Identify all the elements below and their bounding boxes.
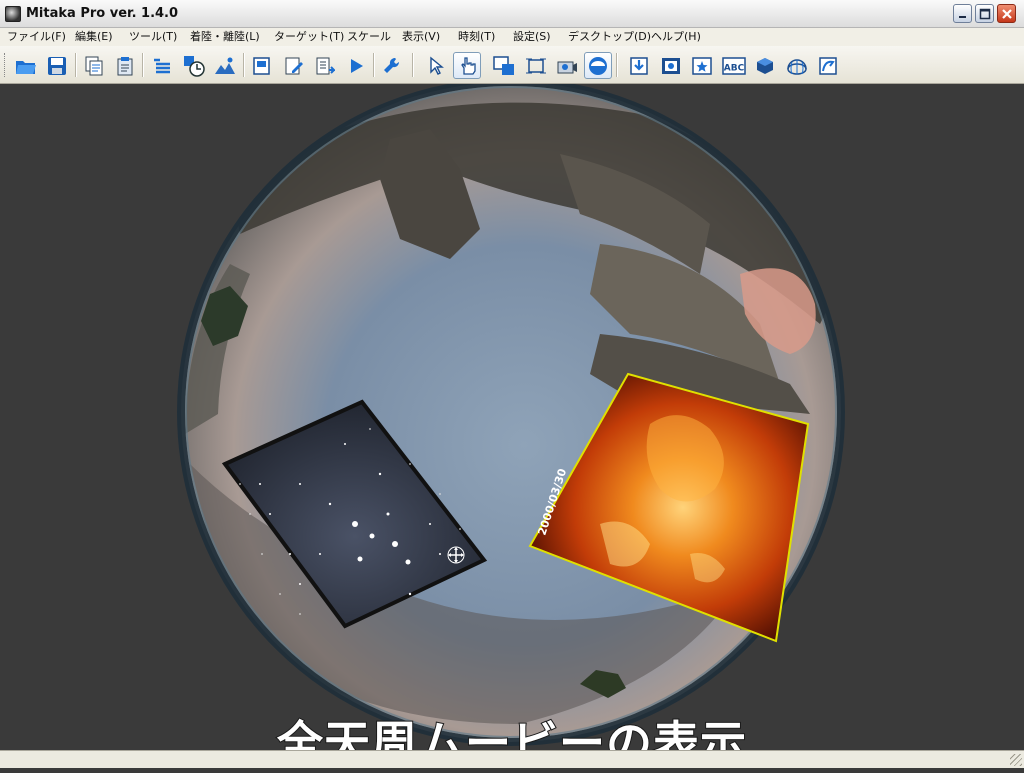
menu-landing[interactable]: 着陸・離陸(L) xyxy=(190,29,260,45)
document-button[interactable] xyxy=(248,52,276,79)
close-button[interactable] xyxy=(997,4,1016,23)
menu-scale[interactable]: スケール xyxy=(347,29,391,45)
resize-grip[interactable] xyxy=(1010,754,1022,766)
pointer-button[interactable] xyxy=(421,52,449,79)
copy-button[interactable] xyxy=(80,52,108,79)
wrench-icon xyxy=(384,57,400,73)
minimize-button[interactable] xyxy=(953,4,972,23)
menu-desktop[interactable]: デスクトップ(D) xyxy=(568,29,651,45)
time-button[interactable] xyxy=(180,52,208,79)
title-bar[interactable]: Mitaka Pro ver. 1.4.0 xyxy=(0,0,1024,28)
export-button[interactable] xyxy=(311,52,339,79)
menu-edit[interactable]: 編集(E) xyxy=(75,29,113,45)
status-bar xyxy=(0,750,1024,768)
copy-icon xyxy=(85,56,103,75)
window-move-button[interactable] xyxy=(490,52,518,79)
save-icon xyxy=(48,56,66,75)
export-icon xyxy=(316,57,335,74)
star-image-icon xyxy=(692,56,712,75)
menu-settings[interactable]: 設定(S) xyxy=(513,29,551,45)
menu-time[interactable]: 時刻(T) xyxy=(458,29,495,45)
download-button[interactable] xyxy=(625,52,653,79)
film-button[interactable] xyxy=(657,52,685,79)
dome-viewport[interactable]: 2000/03/30 全天周ムービーの表示 xyxy=(0,78,1024,771)
toolbar-grip[interactable] xyxy=(4,53,8,77)
toolbar: ABC xyxy=(0,46,1024,84)
open-icon xyxy=(16,60,36,74)
play-button[interactable] xyxy=(342,52,370,79)
pointer-icon xyxy=(430,56,444,75)
abc-text-button[interactable]: ABC xyxy=(720,52,748,79)
hand-icon xyxy=(461,56,476,75)
menu-target[interactable]: ターゲット(T) xyxy=(274,29,344,45)
film-icon xyxy=(662,57,680,74)
list-icon xyxy=(154,58,170,73)
edit-icon xyxy=(285,57,303,74)
play-icon xyxy=(351,58,363,73)
star-image-button[interactable] xyxy=(688,52,716,79)
menu-tools[interactable]: ツール(T) xyxy=(129,29,177,45)
window-resize-icon xyxy=(526,58,546,73)
paste-icon xyxy=(117,56,133,75)
fisheye-scene: 2000/03/30 xyxy=(177,78,845,746)
open-button[interactable] xyxy=(12,52,40,79)
globe-grid-icon xyxy=(787,58,807,75)
download-icon xyxy=(630,56,648,75)
wrench-button[interactable] xyxy=(378,52,406,79)
menu-file[interactable]: ファイル(F) xyxy=(7,29,66,45)
window-title: Mitaka Pro ver. 1.4.0 xyxy=(26,6,179,21)
dome-view-button[interactable] xyxy=(584,52,612,79)
cube-icon xyxy=(757,57,773,74)
hand-button[interactable] xyxy=(453,52,481,79)
dome-view-icon xyxy=(589,56,607,75)
app-icon xyxy=(5,6,21,22)
window-move-icon xyxy=(493,55,514,75)
maximize-button[interactable] xyxy=(975,4,994,23)
menu-bar: ファイル(F) 編集(E) ツール(T) 着陸・離陸(L) ターゲット(T) ス… xyxy=(0,28,1024,46)
svg-text:ABC: ABC xyxy=(724,63,745,73)
camera-button[interactable] xyxy=(553,52,581,79)
menu-help[interactable]: ヘルプ(H) xyxy=(651,29,701,45)
paste-button[interactable] xyxy=(111,52,139,79)
time-icon xyxy=(184,55,205,77)
tool-curve-icon xyxy=(819,56,837,75)
globe-grid-button[interactable] xyxy=(783,52,811,79)
cube-button[interactable] xyxy=(751,52,779,79)
camera-icon xyxy=(557,61,577,73)
edit-button[interactable] xyxy=(280,52,308,79)
document-icon xyxy=(253,56,270,75)
landscape-icon xyxy=(215,57,235,74)
tool-curve-button[interactable] xyxy=(814,52,842,79)
list-button[interactable] xyxy=(148,52,176,79)
abc-text-icon: ABC xyxy=(722,56,746,75)
window-resize-button[interactable] xyxy=(522,52,550,79)
move-cursor-icon xyxy=(447,546,465,564)
menu-view[interactable]: 表示(V) xyxy=(402,29,440,45)
save-button[interactable] xyxy=(43,52,71,79)
landscape-button[interactable] xyxy=(211,52,239,79)
